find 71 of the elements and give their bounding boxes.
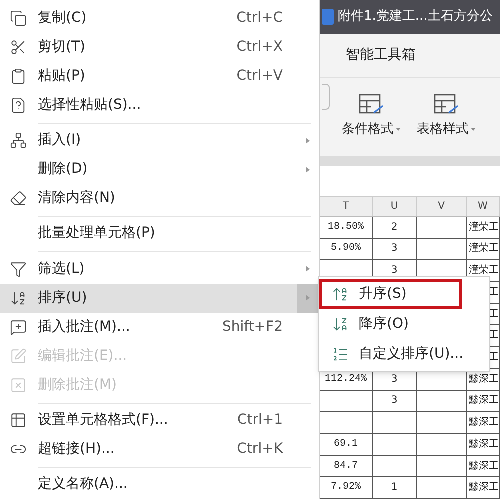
menu-item[interactable]: 剪切(T) Ctrl+X — [0, 33, 319, 62]
table-cell-text: 工 — [489, 350, 499, 365]
table-cell-text: 工 — [489, 286, 499, 300]
table-cell-text: 工 — [489, 329, 499, 344]
submenu-item[interactable]: 降序(O) — [319, 309, 489, 339]
copy-icon — [10, 10, 27, 27]
table-cell-text: 潼荣工 — [469, 264, 499, 278]
table-format-icon — [358, 94, 384, 116]
submenu-item[interactable]: 升序(S) — [319, 279, 462, 309]
caret-icon — [471, 128, 476, 132]
table-cell-text: 7.92% — [330, 481, 361, 496]
menu-item[interactable]: 筛选(L) — [0, 254, 319, 284]
comment-delete-icon — [10, 376, 27, 394]
menu-item[interactable]: 选择性粘贴(S)... — [0, 91, 319, 120]
menu-item[interactable]: 设置单元格格式(F)... Ctrl+1 — [0, 406, 319, 435]
ribbon-button[interactable]: 表格样式 — [413, 94, 480, 140]
table-cell-text: 5.90% — [330, 242, 361, 256]
column-header[interactable]: W — [467, 197, 500, 216]
table-cell-text: 1 — [391, 481, 398, 496]
table-cell-text: 黪深工 — [469, 460, 499, 474]
eraser-icon — [10, 190, 27, 208]
menu-item[interactable]: 删除(D) — [0, 155, 319, 184]
table-cell-text: 黪深工 — [469, 394, 499, 408]
menu-item[interactable]: 排序(U) — [0, 284, 319, 313]
table-cell-text: 黪深工 — [469, 372, 499, 387]
table-cell-text: 3 — [391, 242, 398, 256]
menu-item[interactable]: 超链接(H)... Ctrl+K — [0, 434, 319, 464]
ribbon-button[interactable]: 条件格式 — [338, 94, 405, 140]
table-cell-text: 工 — [489, 308, 499, 322]
column-header[interactable]: V — [417, 197, 467, 216]
submenu-item[interactable]: 自定义排序(U)... — [319, 339, 489, 369]
table-cell-text: 黪深工 — [469, 480, 499, 496]
table-format-icon — [434, 94, 460, 116]
menu-item[interactable]: 插入批注(M)... Shift+F2 — [0, 312, 319, 342]
table-cell-text: 69.1 — [334, 438, 358, 452]
column-header[interactable]: U — [373, 197, 417, 216]
table-cell-text: 黪深工 — [469, 416, 499, 430]
table-cell-text: 潼荣工 — [469, 242, 499, 256]
comment-edit-icon — [10, 348, 27, 365]
table-cell-text: 18.50% — [328, 220, 364, 235]
table-cell-text: 潼荣工 — [469, 220, 499, 235]
document-icon — [322, 8, 334, 25]
table-cell-text: 2 — [391, 220, 398, 235]
menu-item[interactable]: 批量处理单元格(P) — [0, 219, 319, 248]
menu-item[interactable]: 粘贴(P) Ctrl+V — [0, 62, 319, 91]
table-cell-text: 3 — [391, 264, 398, 278]
window-title: 附件1.党建工...土石方分公 — [338, 8, 493, 26]
format-cells-icon — [10, 412, 27, 429]
menu-item[interactable]: 插入(I) — [0, 126, 319, 156]
menu-item[interactable]: 清除内容(N) — [0, 184, 319, 214]
menu-item[interactable]: 复制(C) Ctrl+C — [0, 4, 319, 33]
filter-icon — [10, 260, 27, 278]
table-cell-text: 黪深工 — [469, 438, 499, 452]
caret-icon — [396, 128, 401, 132]
sort-descending-icon — [332, 316, 349, 332]
paste-special-icon — [10, 97, 27, 114]
table-cell-text: 3 — [391, 372, 398, 387]
table-cell-text: 112.24% — [324, 372, 367, 387]
clipboard-icon — [10, 68, 27, 85]
comment-add-icon — [10, 318, 27, 336]
custom-sort-icon — [332, 346, 349, 362]
table-cell-text: 3 — [391, 394, 398, 408]
sort-ascending-icon — [332, 286, 349, 302]
ribbon-tab[interactable]: 智能工具箱 — [346, 44, 416, 66]
insert-icon — [10, 132, 27, 150]
sort-icon — [10, 290, 27, 307]
column-header[interactable]: T — [320, 197, 373, 216]
scissors-icon — [10, 39, 27, 56]
table-cell-text: 84.7 — [334, 460, 358, 474]
menu-item[interactable]: 定义名称(A)... — [0, 470, 319, 499]
dropdown-edge — [322, 84, 330, 110]
